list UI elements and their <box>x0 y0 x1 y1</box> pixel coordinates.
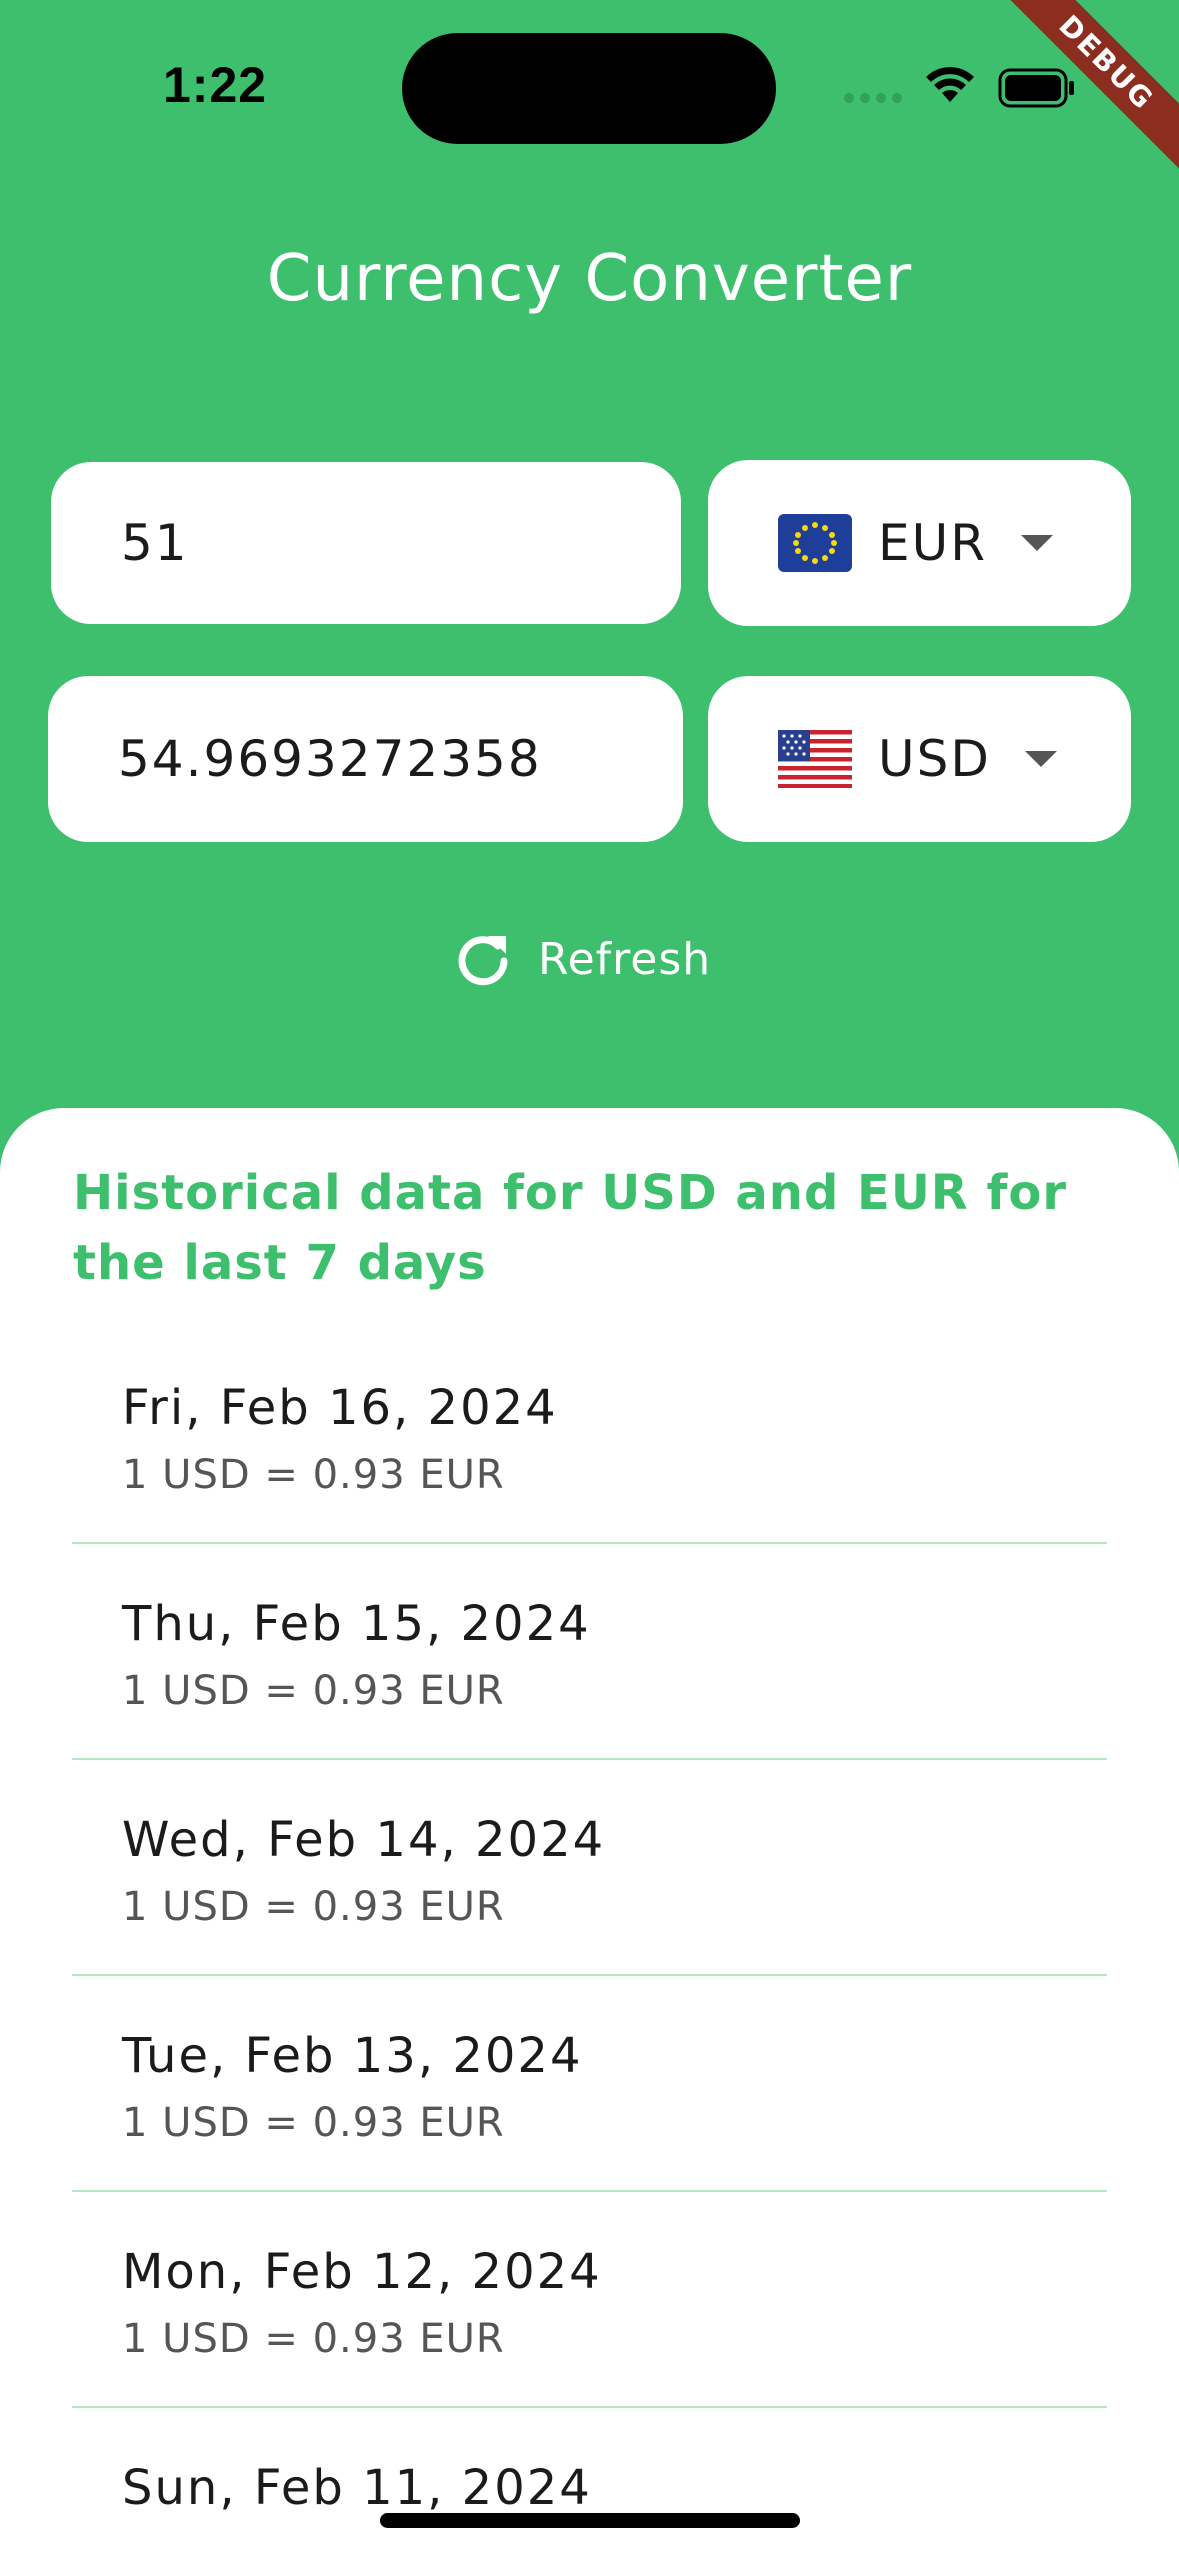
history-rate: 1 USD = 0.93 EUR <box>122 1668 505 1714</box>
eu-flag-icon <box>778 514 852 572</box>
refresh-label: Refresh <box>538 933 712 985</box>
to-currency-select[interactable]: USD <box>708 676 1131 842</box>
history-date: Thu, Feb 15, 2024 <box>122 1596 591 1652</box>
battery-icon <box>998 68 1074 108</box>
from-currency-select[interactable]: EUR <box>708 460 1131 626</box>
to-currency-code: USD <box>878 730 991 788</box>
history-date: Mon, Feb 12, 2024 <box>122 2244 602 2300</box>
refresh-icon <box>458 936 508 986</box>
from-amount-input[interactable]: 51 <box>51 462 681 624</box>
to-amount-value: 54.9693272358 <box>118 730 542 788</box>
status-time: 1:22 <box>163 57 268 113</box>
history-date: Sun, Feb 11, 2024 <box>122 2460 592 2516</box>
home-indicator[interactable] <box>380 2513 800 2528</box>
history-date: Wed, Feb 14, 2024 <box>122 1812 606 1868</box>
history-rate: 1 USD = 0.93 EUR <box>122 2316 505 2362</box>
history-rate: 1 USD = 0.93 EUR <box>122 2100 505 2146</box>
dynamic-island <box>402 33 776 144</box>
list-item: Sun, Feb 11, 2024 <box>72 2408 1107 2556</box>
history-date: Tue, Feb 13, 2024 <box>122 2028 583 2084</box>
history-date: Fri, Feb 16, 2024 <box>122 1380 558 1436</box>
from-amount-value: 51 <box>121 514 189 572</box>
list-item: Wed, Feb 14, 2024 1 USD = 0.93 EUR <box>72 1760 1107 1976</box>
history-rate: 1 USD = 0.93 EUR <box>122 1452 505 1498</box>
to-amount-input[interactable]: 54.9693272358 <box>48 676 683 842</box>
us-flag-icon <box>778 730 852 788</box>
history-heading: Historical data for USD and EUR for the … <box>73 1165 1067 1291</box>
app-screen: 1:22 DEBUG Currency Converter 51 EUR 54.… <box>0 0 1179 2556</box>
chevron-down-icon <box>1024 751 1057 767</box>
cellular-signal-icon <box>844 93 902 103</box>
from-currency-code: EUR <box>878 514 987 572</box>
history-rate: 1 USD = 0.93 EUR <box>122 1884 505 1930</box>
chevron-down-icon <box>1020 535 1053 551</box>
list-item: Fri, Feb 16, 2024 1 USD = 0.93 EUR <box>72 1328 1107 1544</box>
history-list: Fri, Feb 16, 2024 1 USD = 0.93 EUR Thu, … <box>72 1328 1107 2556</box>
list-item: Tue, Feb 13, 2024 1 USD = 0.93 EUR <box>72 1976 1107 2192</box>
list-item: Thu, Feb 15, 2024 1 USD = 0.93 EUR <box>72 1544 1107 1760</box>
wifi-icon <box>926 67 974 102</box>
page-title: Currency Converter <box>266 242 913 316</box>
refresh-button[interactable]: Refresh <box>454 930 711 988</box>
list-item: Mon, Feb 12, 2024 1 USD = 0.93 EUR <box>72 2192 1107 2408</box>
